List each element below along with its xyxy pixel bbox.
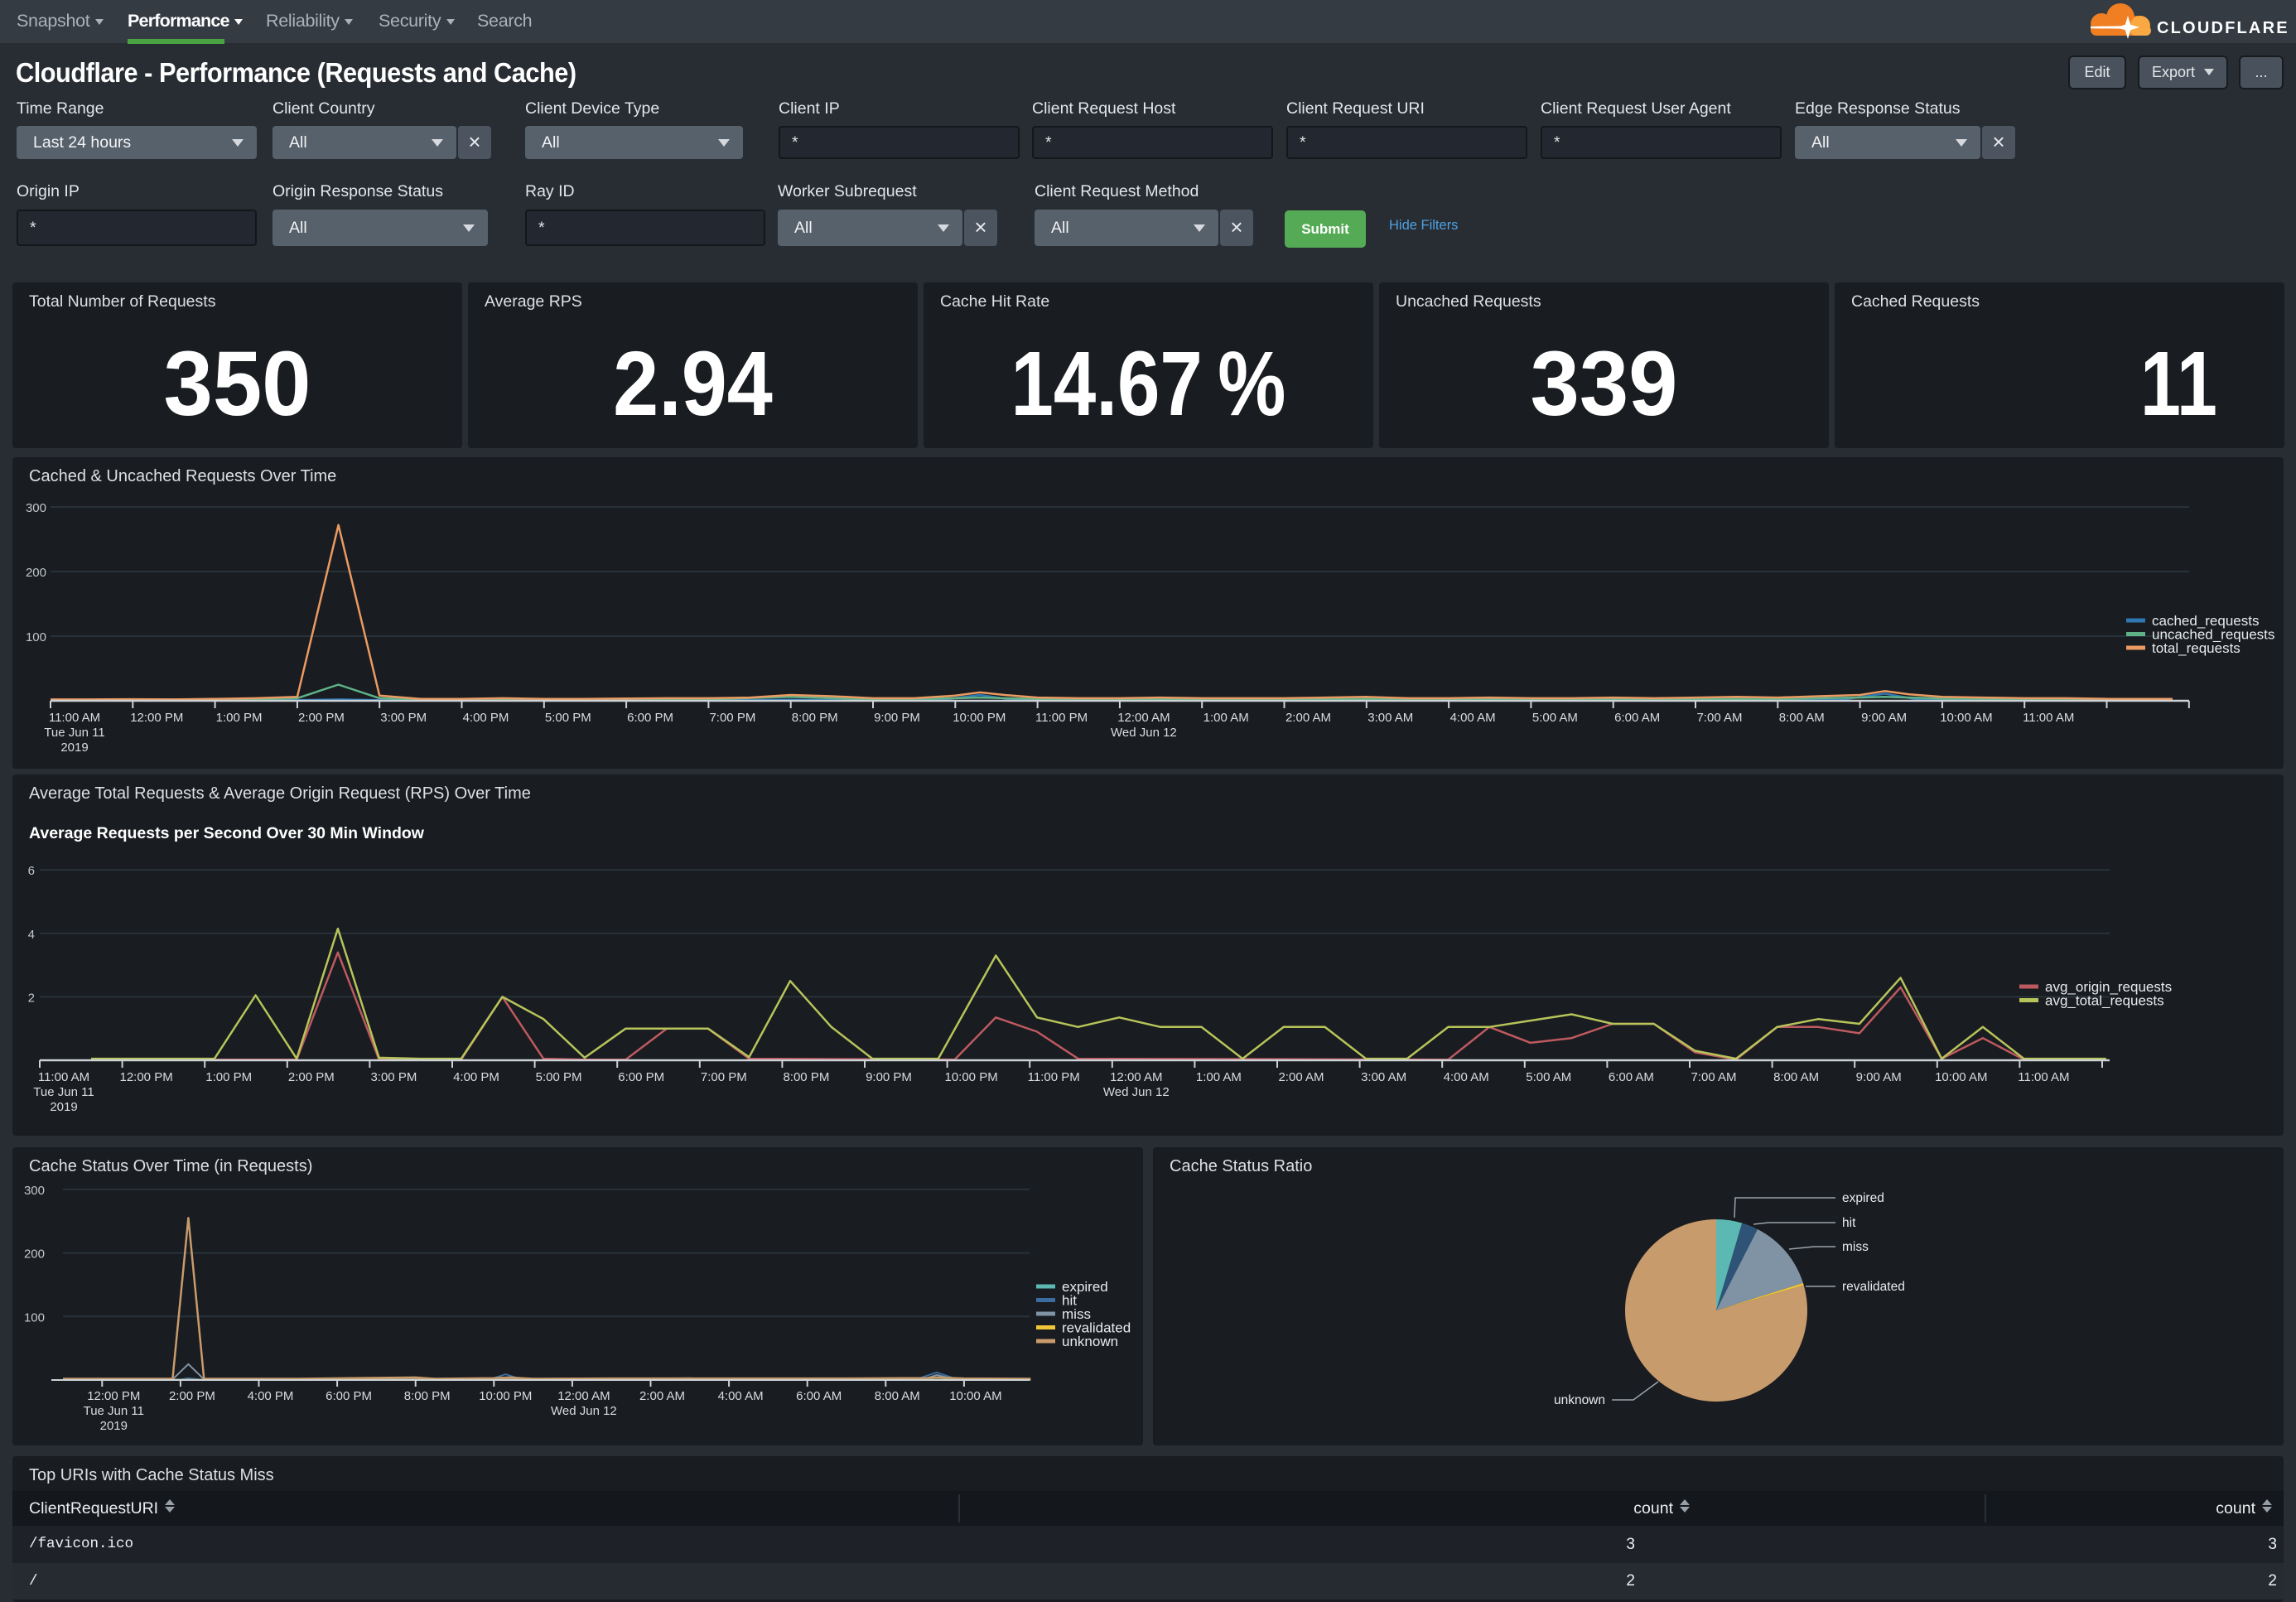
svg-text:100: 100	[24, 1310, 45, 1325]
svg-text:2:00 PM: 2:00 PM	[288, 1070, 335, 1084]
svg-text:12:00 PM: 12:00 PM	[119, 1070, 172, 1084]
svg-text:1:00 PM: 1:00 PM	[205, 1070, 252, 1084]
svg-text:6:00 AM: 6:00 AM	[1614, 711, 1660, 725]
svg-text:2:00 PM: 2:00 PM	[169, 1389, 215, 1403]
svg-text:300: 300	[26, 501, 46, 515]
svg-text:7:00 AM: 7:00 AM	[1696, 711, 1742, 725]
svg-text:2019: 2019	[100, 1419, 128, 1433]
svg-text:10:00 PM: 10:00 PM	[944, 1070, 997, 1084]
svg-text:9:00 AM: 9:00 AM	[1861, 711, 1907, 725]
svg-text:4:00 AM: 4:00 AM	[1450, 711, 1496, 725]
svg-text:10:00 PM: 10:00 PM	[953, 711, 1006, 725]
svg-text:2:00 AM: 2:00 AM	[1285, 711, 1331, 725]
svg-text:9:00 PM: 9:00 PM	[866, 1070, 912, 1084]
svg-text:10:00 AM: 10:00 AM	[949, 1389, 1001, 1403]
svg-text:4:00 PM: 4:00 PM	[248, 1389, 294, 1403]
svg-text:1:00 AM: 1:00 AM	[1203, 711, 1249, 725]
svg-text:2:00 AM: 2:00 AM	[639, 1389, 685, 1403]
svg-text:3:00 AM: 3:00 AM	[1367, 711, 1413, 725]
svg-text:300: 300	[24, 1184, 45, 1198]
svg-text:miss: miss	[1842, 1240, 1869, 1254]
svg-text:6:00 PM: 6:00 PM	[627, 711, 673, 725]
svg-text:12:00 AM: 12:00 AM	[1117, 711, 1170, 725]
svg-text:8:00 AM: 8:00 AM	[875, 1389, 920, 1403]
svg-text:expired: expired	[1842, 1191, 1884, 1205]
svg-text:9:00 AM: 9:00 AM	[1856, 1070, 1902, 1084]
svg-text:CLOUDFLARE: CLOUDFLARE	[2157, 19, 2289, 37]
svg-text:unknown: unknown	[1554, 1393, 1605, 1407]
svg-text:12:00 AM: 12:00 AM	[1110, 1070, 1162, 1084]
svg-text:5:00 PM: 5:00 PM	[536, 1070, 582, 1084]
svg-text:4:00 AM: 4:00 AM	[1444, 1070, 1489, 1084]
svg-text:6:00 AM: 6:00 AM	[1609, 1070, 1654, 1084]
svg-text:2019: 2019	[60, 741, 88, 755]
svg-text:4:00 PM: 4:00 PM	[463, 711, 509, 725]
svg-text:hit: hit	[1842, 1216, 1856, 1230]
svg-text:1:00 AM: 1:00 AM	[1196, 1070, 1242, 1084]
svg-text:3:00 PM: 3:00 PM	[380, 711, 427, 725]
svg-text:12:00 PM: 12:00 PM	[87, 1389, 140, 1403]
svg-text:2:00 AM: 2:00 AM	[1278, 1070, 1324, 1084]
svg-text:200: 200	[24, 1247, 45, 1262]
svg-text:6:00 PM: 6:00 PM	[618, 1070, 664, 1084]
svg-text:3:00 PM: 3:00 PM	[370, 1070, 417, 1084]
svg-text:11:00 PM: 11:00 PM	[1028, 1070, 1080, 1084]
svg-text:Wed Jun 12: Wed Jun 12	[551, 1404, 617, 1418]
svg-text:1:00 PM: 1:00 PM	[216, 711, 263, 725]
svg-text:10:00 PM: 10:00 PM	[479, 1389, 532, 1403]
svg-text:3:00 AM: 3:00 AM	[1361, 1070, 1406, 1084]
svg-text:200: 200	[26, 566, 46, 580]
svg-text:Wed Jun 12: Wed Jun 12	[1111, 726, 1177, 740]
svg-text:revalidated: revalidated	[1842, 1280, 1905, 1294]
svg-text:7:00 PM: 7:00 PM	[709, 711, 755, 725]
svg-text:9:00 PM: 9:00 PM	[874, 711, 920, 725]
svg-text:100: 100	[26, 630, 46, 644]
svg-text:Tue Jun 11: Tue Jun 11	[44, 726, 104, 740]
svg-text:7:00 PM: 7:00 PM	[701, 1070, 747, 1084]
svg-text:unknown: unknown	[1062, 1334, 1118, 1349]
svg-text:6: 6	[28, 864, 35, 878]
svg-text:8:00 PM: 8:00 PM	[792, 711, 838, 725]
svg-text:8:00 PM: 8:00 PM	[404, 1389, 451, 1403]
svg-text:2019: 2019	[50, 1100, 77, 1114]
svg-text:11:00 AM: 11:00 AM	[49, 711, 100, 725]
svg-text:10:00 AM: 10:00 AM	[1935, 1070, 1987, 1084]
svg-text:2: 2	[28, 991, 35, 1005]
svg-text:5:00 PM: 5:00 PM	[545, 711, 591, 725]
svg-text:4:00 PM: 4:00 PM	[453, 1070, 499, 1084]
svg-text:Wed Jun 12: Wed Jun 12	[1103, 1085, 1170, 1099]
svg-text:total_requests: total_requests	[2152, 640, 2241, 656]
svg-text:5:00 AM: 5:00 AM	[1532, 711, 1578, 725]
svg-text:12:00 PM: 12:00 PM	[130, 711, 183, 725]
svg-text:10:00 AM: 10:00 AM	[1940, 711, 1992, 725]
svg-text:2:00 PM: 2:00 PM	[298, 711, 345, 725]
svg-text:7:00 AM: 7:00 AM	[1691, 1070, 1736, 1084]
svg-text:Tue Jun 11: Tue Jun 11	[84, 1404, 144, 1418]
svg-text:8:00 AM: 8:00 AM	[1779, 711, 1825, 725]
svg-text:11:00 PM: 11:00 PM	[1035, 711, 1088, 725]
svg-text:11:00 AM: 11:00 AM	[2023, 711, 2074, 725]
svg-text:4:00 AM: 4:00 AM	[718, 1389, 764, 1403]
svg-text:avg_total_requests: avg_total_requests	[2045, 993, 2164, 1009]
svg-text:11:00 AM: 11:00 AM	[38, 1070, 89, 1084]
svg-text:8:00 PM: 8:00 PM	[783, 1070, 829, 1084]
svg-text:8:00 AM: 8:00 AM	[1773, 1070, 1819, 1084]
svg-text:12:00 AM: 12:00 AM	[557, 1389, 610, 1403]
svg-text:6:00 AM: 6:00 AM	[796, 1389, 842, 1403]
svg-text:11:00 AM: 11:00 AM	[2018, 1070, 2069, 1084]
svg-text:6:00 PM: 6:00 PM	[326, 1389, 372, 1403]
svg-text:5:00 AM: 5:00 AM	[1526, 1070, 1571, 1084]
svg-text:Tue Jun 11: Tue Jun 11	[33, 1085, 94, 1099]
svg-text:4: 4	[28, 928, 35, 942]
